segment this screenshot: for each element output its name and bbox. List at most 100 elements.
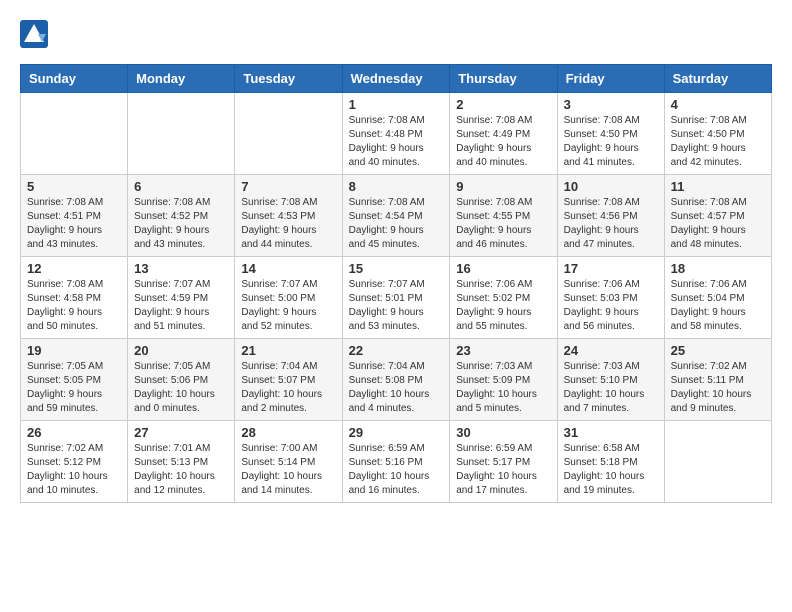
column-header-saturday: Saturday xyxy=(664,65,771,93)
day-detail: Sunrise: 7:03 AM Sunset: 5:09 PM Dayligh… xyxy=(456,360,550,416)
calendar-table: SundayMondayTuesdayWednesdayThursdayFrid… xyxy=(20,64,772,503)
day-number: 15 xyxy=(349,261,444,276)
calendar-cell: 5 Sunrise: 7:08 AM Sunset: 4:51 PM Daylig… xyxy=(21,175,128,257)
day-detail: Sunrise: 7:02 AM Sunset: 5:12 PM Dayligh… xyxy=(27,442,121,498)
day-number: 8 xyxy=(349,179,444,194)
calendar-cell: 25Sunrise: 7:02 AM Sunset: 5:11 PM Dayli… xyxy=(664,339,771,421)
calendar-cell: 12 Sunrise: 7:08 AM Sunset: 4:58 PM Dayli… xyxy=(21,257,128,339)
day-number: 21 xyxy=(241,343,335,358)
day-number: 17 xyxy=(564,261,658,276)
calendar-cell: 2 Sunrise: 7:08 AM Sunset: 4:49 PM Daylig… xyxy=(450,93,557,175)
logo-icon xyxy=(20,20,48,48)
day-detail: Sunrise: 7:03 AM Sunset: 5:10 PM Dayligh… xyxy=(564,360,658,416)
day-detail: Sunrise: 7:08 AM Sunset: 4:54 PM Dayligh… xyxy=(349,196,444,252)
day-detail: Sunrise: 6:58 AM Sunset: 5:18 PM Dayligh… xyxy=(564,442,658,498)
calendar-cell: 22 Sunrise: 7:04 AM Sunset: 5:08 PM Dayli… xyxy=(342,339,450,421)
day-number: 6 xyxy=(134,179,228,194)
calendar-week-1: 1Sunrise: 7:08 AM Sunset: 4:48 PM Daylig… xyxy=(21,93,772,175)
column-header-sunday: Sunday xyxy=(21,65,128,93)
day-number: 23 xyxy=(456,343,550,358)
calendar-cell: 10 Sunrise: 7:08 AM Sunset: 4:56 PM Dayli… xyxy=(557,175,664,257)
day-detail: Sunrise: 7:04 AM Sunset: 5:07 PM Dayligh… xyxy=(241,360,335,416)
day-detail: Sunrise: 7:07 AM Sunset: 5:01 PM Dayligh… xyxy=(349,278,444,334)
calendar-cell: 14 Sunrise: 7:07 AM Sunset: 5:00 PM Dayli… xyxy=(235,257,342,339)
day-detail: Sunrise: 7:00 AM Sunset: 5:14 PM Dayligh… xyxy=(241,442,335,498)
day-detail: Sunrise: 7:08 AM Sunset: 4:55 PM Dayligh… xyxy=(456,196,550,252)
calendar-cell: 4 Sunrise: 7:08 AM Sunset: 4:50 PM Daylig… xyxy=(664,93,771,175)
day-detail: Sunrise: 7:08 AM Sunset: 4:49 PM Dayligh… xyxy=(456,114,550,170)
day-number: 5 xyxy=(27,179,121,194)
day-number: 27 xyxy=(134,425,228,440)
calendar-cell: 8 Sunrise: 7:08 AM Sunset: 4:54 PM Daylig… xyxy=(342,175,450,257)
day-number: 3 xyxy=(564,97,658,112)
calendar-cell: 9 Sunrise: 7:08 AM Sunset: 4:55 PM Daylig… xyxy=(450,175,557,257)
day-number: 24 xyxy=(564,343,658,358)
calendar-cell: 16 Sunrise: 7:06 AM Sunset: 5:02 PM Dayli… xyxy=(450,257,557,339)
calendar-cell: 17 Sunrise: 7:06 AM Sunset: 5:03 PM Dayli… xyxy=(557,257,664,339)
day-number: 11 xyxy=(671,179,765,194)
day-detail: Sunrise: 7:05 AM Sunset: 5:05 PM Dayligh… xyxy=(27,360,121,416)
column-header-tuesday: Tuesday xyxy=(235,65,342,93)
day-detail: Sunrise: 7:06 AM Sunset: 5:02 PM Dayligh… xyxy=(456,278,550,334)
calendar-week-4: 19 Sunrise: 7:05 AM Sunset: 5:05 PM Dayli… xyxy=(21,339,772,421)
calendar-week-5: 26 Sunrise: 7:02 AM Sunset: 5:12 PM Dayli… xyxy=(21,421,772,503)
calendar-cell: 3 Sunrise: 7:08 AM Sunset: 4:50 PM Daylig… xyxy=(557,93,664,175)
day-detail: Sunrise: 7:07 AM Sunset: 4:59 PM Dayligh… xyxy=(134,278,228,334)
calendar-cell: 18 Sunrise: 7:06 AM Sunset: 5:04 PM Dayli… xyxy=(664,257,771,339)
day-detail: Sunrise: 7:01 AM Sunset: 5:13 PM Dayligh… xyxy=(134,442,228,498)
day-number: 1 xyxy=(349,97,444,112)
calendar-cell: 30 Sunrise: 6:59 AM Sunset: 5:17 PM Dayli… xyxy=(450,421,557,503)
calendar-cell: 21 Sunrise: 7:04 AM Sunset: 5:07 PM Dayli… xyxy=(235,339,342,421)
day-detail: Sunrise: 7:08 AM Sunset: 4:57 PM Dayligh… xyxy=(671,196,765,252)
day-detail: Sunrise: 7:08 AM Sunset: 4:52 PM Dayligh… xyxy=(134,196,228,252)
day-detail: Sunrise: 7:08 AM Sunset: 4:51 PM Dayligh… xyxy=(27,196,121,252)
day-number: 31 xyxy=(564,425,658,440)
day-detail: Sunrise: 7:08 AM Sunset: 4:50 PM Dayligh… xyxy=(564,114,658,170)
day-detail: Sunrise: 7:04 AM Sunset: 5:08 PM Dayligh… xyxy=(349,360,444,416)
calendar-cell: 27 Sunrise: 7:01 AM Sunset: 5:13 PM Dayli… xyxy=(128,421,235,503)
day-number: 10 xyxy=(564,179,658,194)
calendar-cell: 6 Sunrise: 7:08 AM Sunset: 4:52 PM Daylig… xyxy=(128,175,235,257)
calendar-body: 1Sunrise: 7:08 AM Sunset: 4:48 PM Daylig… xyxy=(21,93,772,503)
calendar-cell xyxy=(235,93,342,175)
day-number: 16 xyxy=(456,261,550,276)
day-number: 30 xyxy=(456,425,550,440)
day-number: 18 xyxy=(671,261,765,276)
logo xyxy=(20,20,52,48)
day-detail: Sunrise: 6:59 AM Sunset: 5:16 PM Dayligh… xyxy=(349,442,444,498)
day-number: 4 xyxy=(671,97,765,112)
calendar-week-3: 12 Sunrise: 7:08 AM Sunset: 4:58 PM Dayli… xyxy=(21,257,772,339)
day-detail: Sunrise: 7:08 AM Sunset: 4:56 PM Dayligh… xyxy=(564,196,658,252)
day-detail: Sunrise: 7:08 AM Sunset: 4:50 PM Dayligh… xyxy=(671,114,765,170)
calendar-cell xyxy=(128,93,235,175)
day-number: 28 xyxy=(241,425,335,440)
calendar-week-2: 5 Sunrise: 7:08 AM Sunset: 4:51 PM Daylig… xyxy=(21,175,772,257)
header-row: SundayMondayTuesdayWednesdayThursdayFrid… xyxy=(21,65,772,93)
calendar-cell: 7Sunrise: 7:08 AM Sunset: 4:53 PM Daylig… xyxy=(235,175,342,257)
calendar-cell: 13 Sunrise: 7:07 AM Sunset: 4:59 PM Dayli… xyxy=(128,257,235,339)
day-detail: Sunrise: 7:02 AM Sunset: 5:11 PM Dayligh… xyxy=(671,360,765,416)
day-number: 14 xyxy=(241,261,335,276)
calendar-cell: 15 Sunrise: 7:07 AM Sunset: 5:01 PM Dayli… xyxy=(342,257,450,339)
day-number: 26 xyxy=(27,425,121,440)
day-number: 22 xyxy=(349,343,444,358)
day-number: 2 xyxy=(456,97,550,112)
day-number: 29 xyxy=(349,425,444,440)
day-detail: Sunrise: 7:07 AM Sunset: 5:00 PM Dayligh… xyxy=(241,278,335,334)
calendar-cell: 1Sunrise: 7:08 AM Sunset: 4:48 PM Daylig… xyxy=(342,93,450,175)
calendar-cell: 24 Sunrise: 7:03 AM Sunset: 5:10 PM Dayli… xyxy=(557,339,664,421)
day-number: 9 xyxy=(456,179,550,194)
calendar-cell: 28 Sunrise: 7:00 AM Sunset: 5:14 PM Dayli… xyxy=(235,421,342,503)
day-number: 19 xyxy=(27,343,121,358)
calendar-cell: 19 Sunrise: 7:05 AM Sunset: 5:05 PM Dayli… xyxy=(21,339,128,421)
day-detail: Sunrise: 7:06 AM Sunset: 5:04 PM Dayligh… xyxy=(671,278,765,334)
day-detail: Sunrise: 7:08 AM Sunset: 4:58 PM Dayligh… xyxy=(27,278,121,334)
calendar-cell: 29 Sunrise: 6:59 AM Sunset: 5:16 PM Dayli… xyxy=(342,421,450,503)
day-detail: Sunrise: 7:06 AM Sunset: 5:03 PM Dayligh… xyxy=(564,278,658,334)
day-number: 13 xyxy=(134,261,228,276)
day-detail: Sunrise: 6:59 AM Sunset: 5:17 PM Dayligh… xyxy=(456,442,550,498)
day-number: 7 xyxy=(241,179,335,194)
day-number: 12 xyxy=(27,261,121,276)
calendar-cell xyxy=(664,421,771,503)
calendar-cell: 20Sunrise: 7:05 AM Sunset: 5:06 PM Dayli… xyxy=(128,339,235,421)
